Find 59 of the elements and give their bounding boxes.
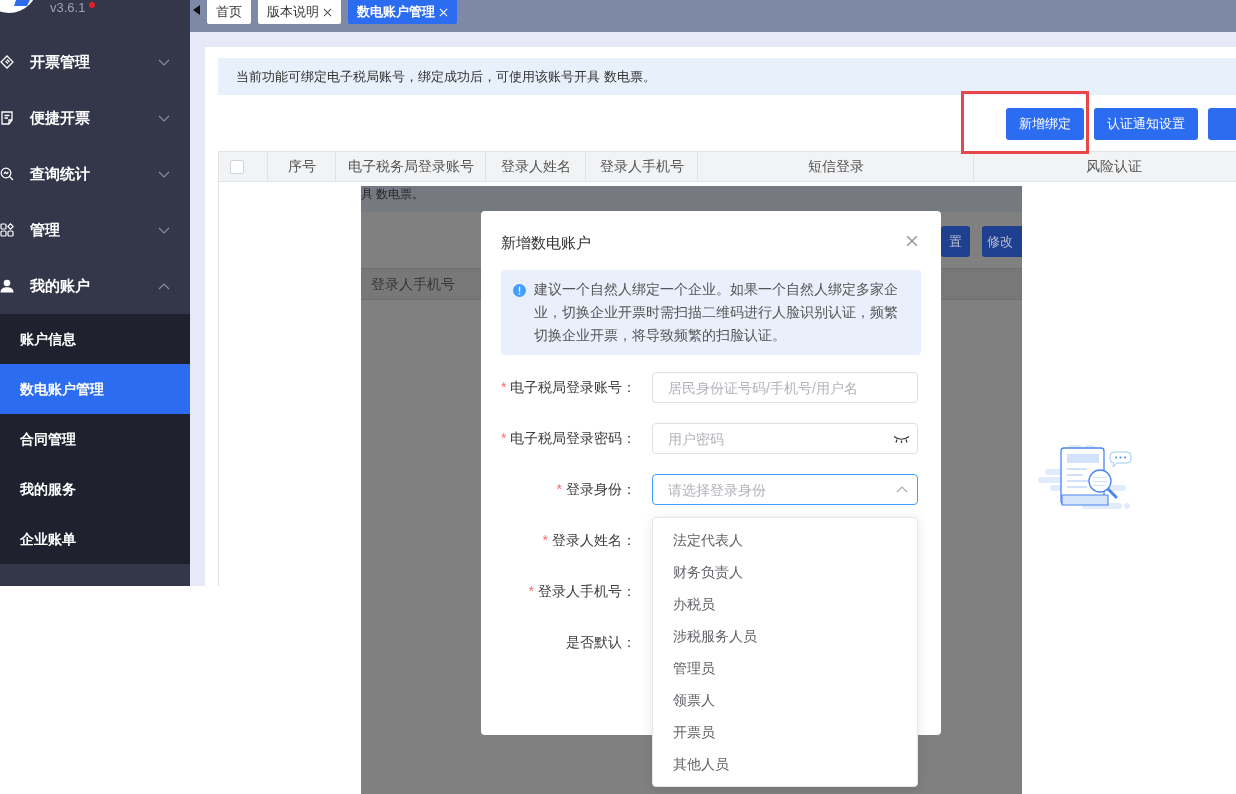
tab[interactable]: 数电账户管理 bbox=[348, 0, 457, 24]
sidebar-menu-item[interactable]: 管理 bbox=[0, 202, 190, 258]
password-field[interactable]: 用户密码 bbox=[652, 423, 918, 454]
user-icon bbox=[0, 279, 14, 293]
field-label: * 登录人手机号： bbox=[527, 582, 636, 601]
text-input[interactable]: 居民身份证号码/手机号/用户名 bbox=[652, 372, 918, 403]
sidebar-menu-item[interactable]: 查询统计 bbox=[0, 146, 190, 202]
dialog-title: 新增数电账户 bbox=[501, 233, 591, 253]
tab[interactable]: 首页 bbox=[207, 0, 251, 24]
toolbar-button[interactable]: 认证通知设置 bbox=[1094, 108, 1198, 140]
checkbox[interactable] bbox=[230, 159, 244, 174]
chevron-up-icon bbox=[896, 486, 908, 493]
field-label: * 电子税局登录密码： bbox=[501, 429, 636, 448]
dropdown-option[interactable]: 办税员 bbox=[653, 588, 917, 620]
closed-eye-icon[interactable] bbox=[893, 435, 910, 443]
table-header-cell-text: 登录人手机号 bbox=[599, 157, 684, 176]
dropdown-option[interactable]: 法定代表人 bbox=[653, 524, 917, 556]
sidebar-menu-item[interactable]: 开票管理 bbox=[0, 34, 190, 90]
submenu-item[interactable]: 我的服务 bbox=[0, 464, 190, 514]
field-label: * 登录身份： bbox=[555, 480, 636, 499]
submenu-item[interactable]: 合同管理 bbox=[0, 414, 190, 464]
document-icon bbox=[0, 111, 14, 125]
close-icon[interactable] bbox=[906, 235, 918, 247]
dropdown-option[interactable]: 领票人 bbox=[653, 684, 917, 716]
sidebar-menu-item[interactable]: 便捷开票 bbox=[0, 90, 190, 146]
field-label: 是否默认： bbox=[565, 633, 636, 652]
notice-text: 当前功能可绑定电子税局账号，绑定成功后，可使用该账号开具 数电票。 bbox=[236, 67, 656, 86]
table-header-cell-text: 登录人手机号 bbox=[371, 274, 455, 294]
toolbar-button[interactable]: 新增绑定 bbox=[1006, 108, 1084, 140]
toolbar-button[interactable]: 置 bbox=[941, 226, 970, 257]
table-header-cell-text: 序号 bbox=[287, 157, 316, 176]
dropdown-option[interactable]: 管理员 bbox=[653, 652, 917, 684]
tab[interactable]: 版本说明 bbox=[258, 0, 341, 24]
notice-text: 具 数电票。 bbox=[361, 187, 425, 201]
table-header-cell-text: 风险认证 bbox=[1085, 157, 1142, 176]
sidebar-menu-item[interactable]: 我的账户 bbox=[0, 258, 190, 314]
table-header-cell-text: 电子税务局登录账号 bbox=[347, 157, 474, 176]
field-label: * 电子税局登录账号： bbox=[501, 378, 636, 397]
field-label: * 登录人姓名： bbox=[541, 531, 636, 550]
version-label: v3.6.1 bbox=[50, 0, 86, 15]
dropdown-option[interactable]: 涉税服务人员 bbox=[653, 620, 917, 652]
caret-left-icon[interactable] bbox=[193, 5, 200, 15]
dropdown-option[interactable]: 开票员 bbox=[653, 716, 917, 748]
table-header-cell-text: 短信登录 bbox=[807, 157, 864, 176]
submenu-item[interactable]: 企业账单 bbox=[0, 514, 190, 564]
toolbar-button[interactable]: 修改 bbox=[982, 226, 1022, 257]
magnifier-icon bbox=[0, 167, 14, 181]
tip-text: 建议一个自然人绑定一个企业。如果一个自然人绑定多家企业，切换企业开票时需扫描二维码进行人脸识别认证，频繁切换企业开票，将导致频繁的扫脸认证。 bbox=[534, 280, 899, 345]
close-icon[interactable] bbox=[323, 7, 332, 17]
select-field[interactable]: 请选择登录身份 bbox=[652, 474, 918, 505]
dropdown-option[interactable]: 其他人员 bbox=[653, 748, 917, 780]
table-header-cell-text: 登录人姓名 bbox=[500, 157, 571, 176]
document-magnifier-icon bbox=[1038, 445, 1132, 511]
submenu-item[interactable]: 数电账户管理 bbox=[0, 364, 190, 414]
submenu-item[interactable]: 账户信息 bbox=[0, 314, 190, 364]
info-icon bbox=[513, 284, 526, 297]
grid-icon bbox=[0, 223, 14, 237]
dropdown-option[interactable]: 财务负责人 bbox=[653, 556, 917, 588]
tag-icon bbox=[0, 55, 14, 69]
